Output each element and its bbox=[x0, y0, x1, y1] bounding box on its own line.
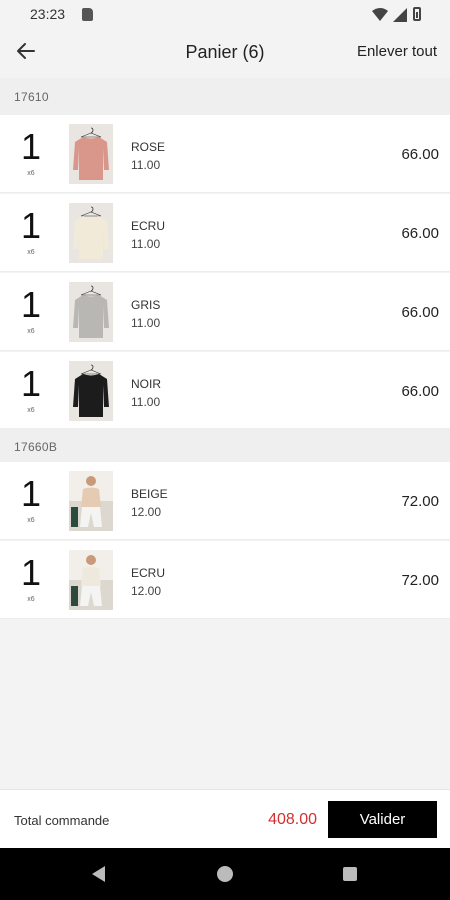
item-color: ECRU bbox=[131, 566, 166, 580]
item-total-price: 72.00 bbox=[401, 572, 439, 589]
order-footer: Total commande 408.00 Valider bbox=[0, 789, 450, 848]
sweater-image bbox=[69, 124, 113, 184]
group-ref: 17660B bbox=[14, 440, 58, 454]
model-image bbox=[69, 550, 113, 610]
item-unit-price: 11.00 bbox=[131, 316, 161, 330]
cart-item[interactable]: 1 x6 ECRU 11.00 66.00 bbox=[0, 194, 450, 272]
model-image bbox=[69, 471, 113, 531]
item-unit-price: 11.00 bbox=[131, 395, 161, 409]
item-pack-size: x6 bbox=[27, 407, 35, 414]
item-thumbnail bbox=[69, 550, 113, 610]
sd-card-icon bbox=[82, 8, 93, 21]
item-thumbnail bbox=[69, 471, 113, 531]
item-pack-size: x6 bbox=[27, 328, 35, 335]
sweater-image bbox=[69, 203, 113, 263]
group-header: 17610 bbox=[0, 78, 450, 116]
cart-item[interactable]: 1 x6 ECRU 12.00 72.00 bbox=[0, 541, 450, 619]
order-total-value: 408.00 bbox=[268, 811, 317, 828]
signal-icon bbox=[393, 8, 407, 22]
nav-home-icon[interactable] bbox=[217, 866, 233, 882]
item-color: BEIGE bbox=[131, 487, 168, 501]
item-quantity: 1 bbox=[20, 552, 42, 593]
status-time: 23:23 bbox=[30, 6, 66, 22]
group-ref: 17610 bbox=[14, 90, 49, 104]
sweater-image bbox=[69, 361, 113, 421]
cart-item[interactable]: 1 x6 GRIS 11.00 66.00 bbox=[0, 273, 450, 351]
item-total-price: 66.00 bbox=[401, 225, 439, 242]
sweater-image bbox=[69, 282, 113, 342]
item-thumbnail bbox=[69, 361, 113, 421]
nav-back-icon[interactable] bbox=[92, 866, 105, 882]
group-header: 17660B bbox=[0, 428, 450, 466]
item-unit-price: 12.00 bbox=[131, 584, 162, 598]
system-nav-bar bbox=[0, 848, 450, 900]
item-pack-size: x6 bbox=[27, 596, 35, 603]
item-total-price: 72.00 bbox=[401, 493, 439, 510]
item-quantity: 1 bbox=[20, 205, 42, 246]
battery-icon bbox=[413, 7, 421, 21]
item-pack-size: x6 bbox=[27, 249, 35, 256]
wifi-icon bbox=[372, 8, 388, 21]
item-quantity: 1 bbox=[20, 363, 42, 404]
item-unit-price: 12.00 bbox=[131, 505, 162, 519]
validate-button[interactable]: Valider bbox=[328, 801, 437, 838]
item-total-price: 66.00 bbox=[401, 304, 439, 321]
item-total-price: 66.00 bbox=[401, 383, 439, 400]
item-pack-size: x6 bbox=[27, 170, 35, 177]
item-thumbnail bbox=[69, 124, 113, 184]
item-quantity: 1 bbox=[20, 473, 42, 514]
item-color: NOIR bbox=[131, 377, 161, 391]
item-pack-size: x6 bbox=[27, 517, 35, 524]
nav-recents-icon[interactable] bbox=[343, 867, 357, 881]
item-thumbnail bbox=[69, 203, 113, 263]
item-quantity: 1 bbox=[20, 284, 42, 325]
app-bar: Panier (6) Enlever tout bbox=[0, 28, 450, 74]
item-color: ECRU bbox=[131, 219, 166, 233]
order-total-label: Total commande bbox=[14, 813, 110, 828]
cart-item[interactable]: 1 x6 NOIR 11.00 66.00 bbox=[0, 352, 450, 430]
item-quantity: 1 bbox=[20, 126, 42, 167]
status-bar: 23:23 bbox=[0, 0, 450, 28]
item-color: ROSE bbox=[131, 140, 166, 154]
item-unit-price: 11.00 bbox=[131, 158, 161, 172]
remove-all-button[interactable]: Enlever tout bbox=[357, 43, 437, 60]
back-button[interactable] bbox=[12, 37, 40, 65]
cart-item[interactable]: 1 x6 ROSE 11.00 66.00 bbox=[0, 115, 450, 193]
item-unit-price: 11.00 bbox=[131, 237, 161, 251]
item-total-price: 66.00 bbox=[401, 146, 439, 163]
cart-item[interactable]: 1 x6 BEIGE 12.00 72.00 bbox=[0, 462, 450, 540]
arrow-left-icon bbox=[17, 43, 35, 59]
item-thumbnail bbox=[69, 282, 113, 342]
item-color: GRIS bbox=[131, 298, 161, 312]
